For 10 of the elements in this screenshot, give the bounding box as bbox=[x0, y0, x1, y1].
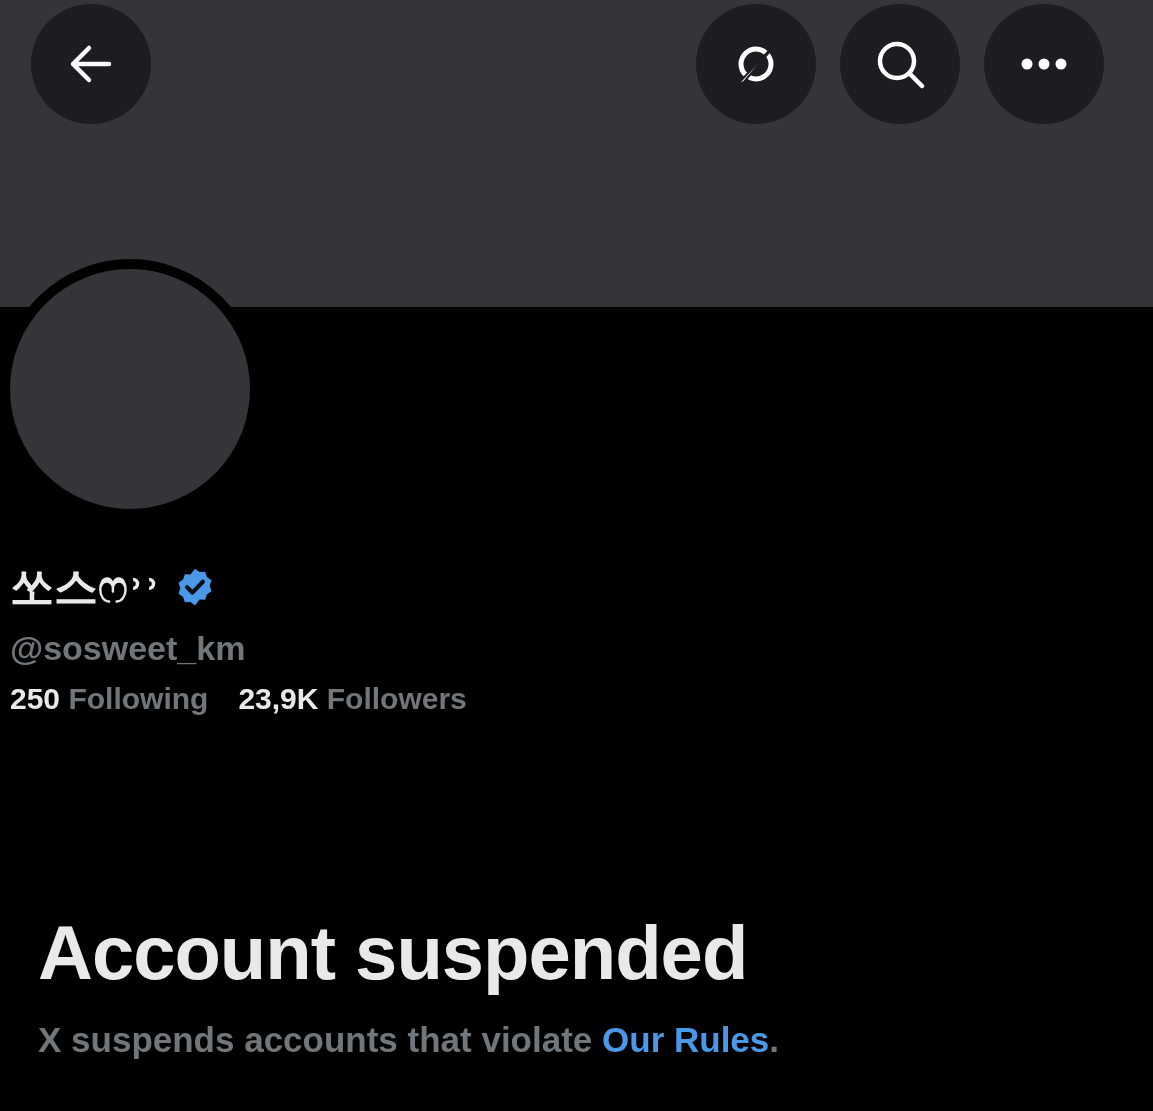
suspended-title: Account suspended bbox=[38, 909, 749, 997]
more-icon bbox=[1021, 58, 1067, 70]
profile-handle: @sosweet_km bbox=[10, 628, 247, 669]
follow-stat-link[interactable]: 250 Following bbox=[10, 679, 209, 717]
follow-stat-link[interactable]: 23,9K Followers bbox=[238, 679, 467, 717]
rules-link[interactable]: Our Rules bbox=[602, 1020, 770, 1059]
display-name: 쏘스ෆ˒˒ bbox=[10, 565, 161, 609]
search-icon bbox=[875, 39, 925, 89]
suspension-message: X suspends accounts that violate Our Rules. bbox=[38, 1019, 781, 1061]
back-arrow-icon bbox=[69, 44, 113, 84]
